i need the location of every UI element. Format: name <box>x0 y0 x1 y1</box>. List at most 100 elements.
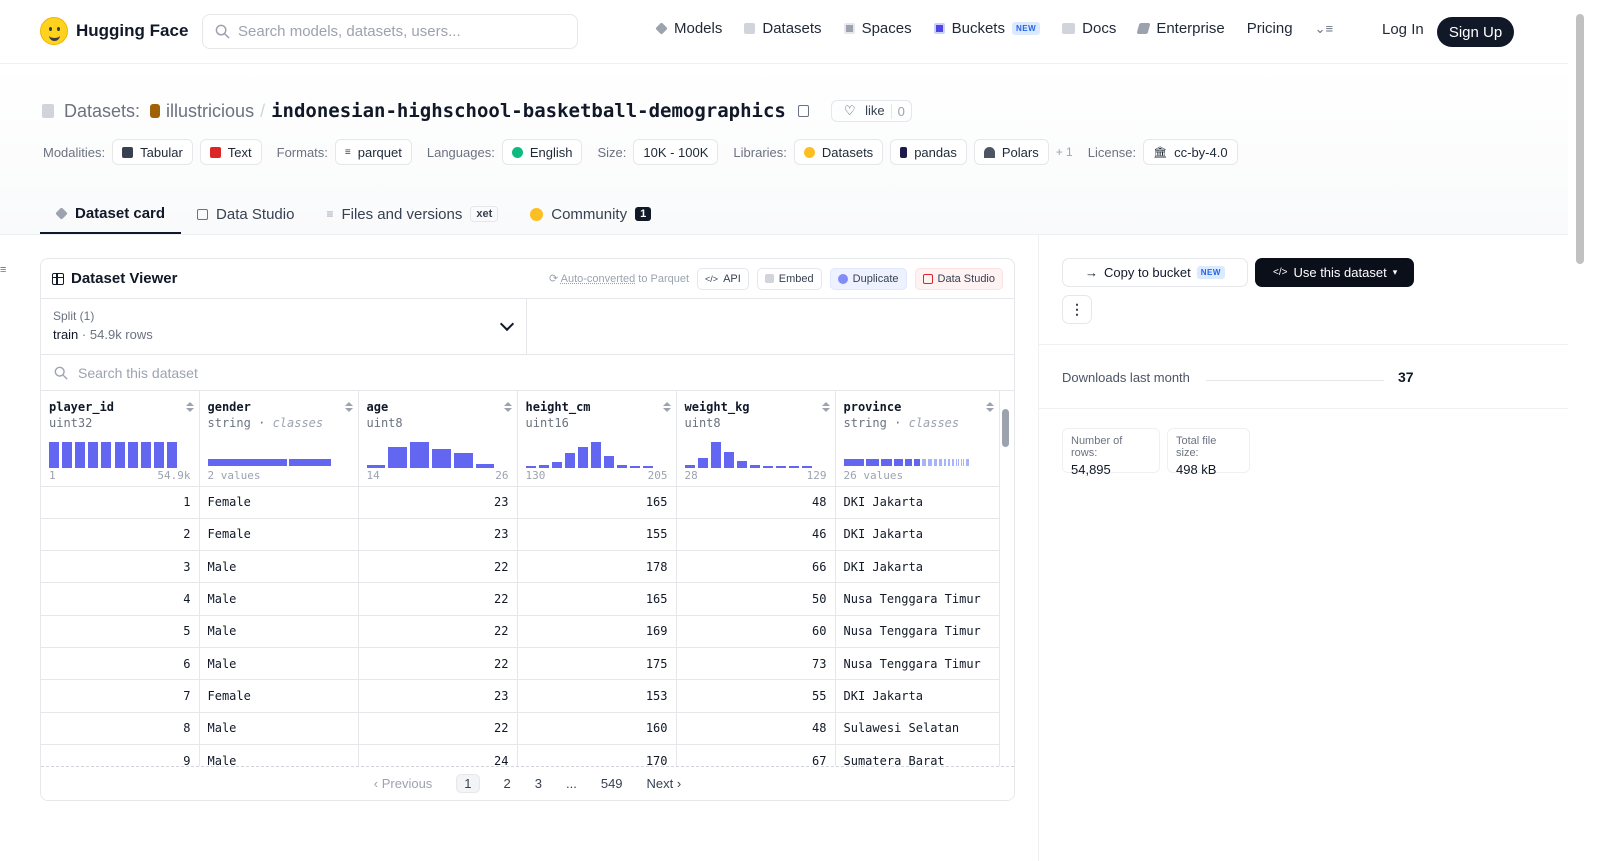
histogram-bar[interactable] <box>366 464 386 468</box>
table-cell-age[interactable]: 22 <box>358 615 518 648</box>
login-link[interactable]: Log In <box>1382 21 1424 38</box>
class-bar[interactable] <box>914 458 920 466</box>
table-cell-weight_kg[interactable]: 73 <box>676 647 836 681</box>
table-cell-weight_kg[interactable]: 55 <box>676 679 836 713</box>
table-row[interactable]: 6 Male 22 175 73 Nusa Tenggara Timur <box>41 647 1000 681</box>
use-this-dataset-button[interactable]: </> Use this dataset ▾ <box>1255 258 1414 287</box>
table-cell-gender[interactable]: Male <box>199 647 359 681</box>
table-cell-province[interactable]: Nusa Tenggara Timur <box>835 647 1000 681</box>
class-bar[interactable] <box>843 458 865 466</box>
table-cell-age[interactable]: 22 <box>358 647 518 681</box>
histogram-bar[interactable] <box>643 465 654 468</box>
column-histogram[interactable] <box>49 440 179 468</box>
table-cell-weight_kg[interactable]: 60 <box>676 615 836 648</box>
more-options-button[interactable]: ⋮ <box>1062 295 1092 324</box>
table-cell-player_id[interactable]: 4 <box>41 582 200 616</box>
nav-datasets[interactable]: Datasets <box>744 20 822 37</box>
table-cell-height_cm[interactable]: 155 <box>517 518 677 552</box>
tag-english[interactable]: English <box>501 139 583 165</box>
tag-size[interactable]: 10K - 100K <box>633 139 719 165</box>
column-histogram[interactable] <box>207 440 338 468</box>
column-header-0[interactable]: player_id uint32 1 54.9k <box>41 391 200 487</box>
tag-text[interactable]: Text <box>199 139 262 165</box>
libraries-more[interactable]: + 1 <box>1056 145 1073 159</box>
auto-converted-note[interactable]: ⟳ Auto-converted to Parquet <box>549 272 689 285</box>
table-row[interactable]: 5 Male 22 169 60 Nusa Tenggara Timur <box>41 615 1000 648</box>
nav-buckets[interactable]: Buckets NEW <box>933 20 1041 37</box>
histogram-bar[interactable] <box>166 441 177 468</box>
class-bar[interactable] <box>289 458 332 466</box>
table-cell-height_cm[interactable]: 165 <box>517 582 677 616</box>
tag-tabular[interactable]: Tabular <box>112 139 193 165</box>
histogram-bar[interactable] <box>475 463 495 468</box>
table-cell-player_id[interactable]: 7 <box>41 679 200 713</box>
table-cell-gender[interactable]: Female <box>199 486 359 519</box>
class-bar[interactable] <box>968 458 970 466</box>
column-histogram[interactable] <box>843 440 974 468</box>
table-row[interactable]: 4 Male 22 165 50 Nusa Tenggara Timur <box>41 582 1000 616</box>
histogram-bar[interactable] <box>617 465 628 468</box>
dataset-search-input[interactable] <box>78 364 478 381</box>
copy-icon[interactable] <box>797 105 809 117</box>
histogram-bar[interactable] <box>789 465 800 468</box>
table-cell-age[interactable]: 23 <box>358 518 518 552</box>
table-row[interactable]: 1 Female 23 165 48 DKI Jakarta <box>41 486 1000 519</box>
page-1-button[interactable]: 1 <box>456 774 480 793</box>
table-cell-age[interactable]: 23 <box>358 486 518 519</box>
like-button[interactable]: ♡ like 0 <box>830 100 912 122</box>
table-cell-player_id[interactable]: 6 <box>41 647 200 681</box>
table-cell-province[interactable]: Sulawesi Selatan <box>835 712 1000 745</box>
sort-icon[interactable] <box>985 402 994 412</box>
table-cell-player_id[interactable]: 1 <box>41 486 200 519</box>
tab-files[interactable]: ≡ Files and versions xet <box>310 194 514 234</box>
table-cell-player_id[interactable]: 2 <box>41 518 200 552</box>
tag-polars[interactable]: Polars <box>973 139 1049 165</box>
class-bar[interactable] <box>963 458 965 466</box>
tab-community[interactable]: Community 1 <box>514 194 667 234</box>
table-cell-gender[interactable]: Male <box>199 582 359 616</box>
sort-icon[interactable] <box>185 402 194 412</box>
sort-icon[interactable] <box>503 402 512 412</box>
table-cell-weight_kg[interactable]: 50 <box>676 582 836 616</box>
page-549-button[interactable]: 549 <box>601 776 623 791</box>
previous-page-button[interactable]: ‹ Previous <box>374 776 433 791</box>
repo-name[interactable]: indonesian-highschool-basketball-demogra… <box>271 100 786 122</box>
histogram-bar[interactable] <box>75 441 86 468</box>
table-cell-province[interactable]: Nusa Tenggara Timur <box>835 582 1000 616</box>
tab-data-studio[interactable]: Data Studio <box>181 194 310 234</box>
table-cell-gender[interactable]: Female <box>199 518 359 552</box>
histogram-bar[interactable] <box>388 446 408 468</box>
sort-icon[interactable] <box>821 402 830 412</box>
split-selector[interactable]: Split (1) train · 54.9k rows <box>41 299 527 354</box>
class-bar[interactable] <box>939 458 943 466</box>
histogram-bar[interactable] <box>736 461 747 468</box>
dataset-search[interactable] <box>41 355 1014 391</box>
table-cell-age[interactable]: 22 <box>358 712 518 745</box>
brand-logo[interactable]: Hugging Face <box>40 17 188 45</box>
next-page-button[interactable]: Next › <box>647 776 682 791</box>
class-bar[interactable] <box>893 458 904 466</box>
column-header-4[interactable]: weight_kg uint8 28 129 <box>676 391 836 487</box>
histogram-bar[interactable] <box>564 453 575 468</box>
class-bar[interactable] <box>927 458 933 466</box>
histogram-bar[interactable] <box>62 441 73 468</box>
sort-icon[interactable] <box>344 402 353 412</box>
table-cell-age[interactable]: 23 <box>358 679 518 713</box>
page-scrollbar-thumb[interactable] <box>1576 14 1584 264</box>
class-bar[interactable] <box>905 458 913 466</box>
table-cell-province[interactable]: DKI Jakarta <box>835 550 1000 584</box>
tag-datasets-lib[interactable]: Datasets <box>793 139 884 165</box>
table-cell-gender[interactable]: Male <box>199 550 359 584</box>
histogram-bar[interactable] <box>453 453 473 468</box>
class-bar[interactable] <box>944 458 947 466</box>
table-cell-weight_kg[interactable]: 48 <box>676 486 836 519</box>
class-bar[interactable] <box>958 458 960 466</box>
global-search-input[interactable] <box>238 23 558 40</box>
table-cell-gender[interactable]: Male <box>199 615 359 648</box>
tag-parquet[interactable]: ≡ parquet <box>334 139 412 165</box>
histogram-bar[interactable] <box>763 465 774 468</box>
table-cell-height_cm[interactable]: 165 <box>517 486 677 519</box>
page-2-button[interactable]: 2 <box>504 776 511 791</box>
histogram-bar[interactable] <box>49 441 60 468</box>
histogram-bar[interactable] <box>525 465 536 468</box>
